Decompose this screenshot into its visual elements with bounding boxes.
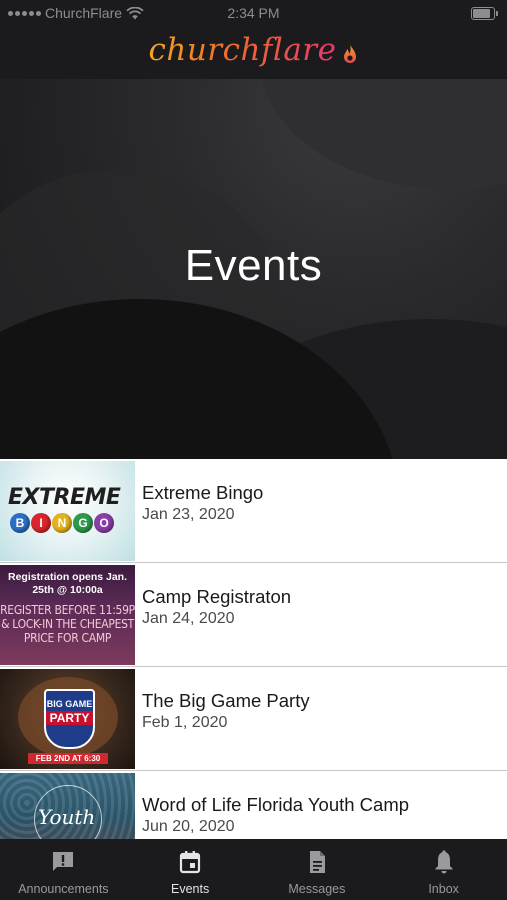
app-header: churchflare [0, 26, 507, 79]
party-shield-graphic: BIG GAME PARTY [44, 689, 95, 749]
event-date: Jan 24, 2020 [142, 610, 235, 627]
event-thumbnail: BIG GAME PARTY FEB 2ND AT 6:30 [0, 669, 135, 769]
bell-icon [435, 850, 453, 874]
status-bar: ChurchFlare 2:34 PM [0, 0, 507, 26]
tab-label: Events [171, 882, 210, 896]
tab-announcements[interactable]: Announcements [0, 839, 127, 900]
calendar-icon [180, 851, 201, 874]
event-row-extreme-bingo[interactable]: EXTREME BINGO Extreme Bingo Jan 23, 2020 [0, 459, 507, 563]
thumb-logo-text: Youth [38, 805, 96, 829]
tab-label: Announcements [18, 882, 109, 896]
tab-label: Messages [288, 882, 346, 896]
tab-inbox[interactable]: Inbox [380, 839, 507, 900]
event-title: Word of Life Florida Youth Camp [142, 794, 410, 815]
app-logo: churchflare [148, 32, 337, 68]
event-date: Jan 23, 2020 [142, 506, 235, 523]
event-title: The Big Game Party [142, 690, 310, 711]
thumb-headline: Registration opens Jan. 25th @ 10:00a [7, 571, 128, 596]
event-row-camp-registration[interactable]: Registration opens Jan. 25th @ 10:00a RE… [0, 563, 507, 667]
event-row-big-game-party[interactable]: BIG GAME PARTY FEB 2ND AT 6:30 The Big G… [0, 667, 507, 771]
document-icon [309, 851, 325, 873]
tab-bar: Announcements Events Messages Inbox [0, 839, 507, 900]
announcement-icon [53, 852, 74, 871]
tab-messages[interactable]: Messages [254, 839, 381, 900]
thumb-subtext: REGISTER BEFORE 11:59P & LOCK-IN THE CHE… [0, 603, 135, 645]
battery-icon [471, 7, 498, 20]
event-list: EXTREME BINGO Extreme Bingo Jan 23, 2020… [0, 459, 507, 875]
thumb-title: EXTREME [8, 485, 121, 510]
hero-banner: Events [0, 79, 507, 459]
page-title: Events [184, 241, 323, 290]
tab-events[interactable]: Events [127, 839, 254, 900]
status-time: 2:34 PM [227, 5, 280, 21]
event-title: Extreme Bingo [142, 482, 264, 503]
flame-icon [344, 43, 357, 63]
event-date: Jun 20, 2020 [142, 818, 235, 835]
event-thumbnail: Registration opens Jan. 25th @ 10:00a RE… [0, 565, 135, 665]
thumb-date-banner: FEB 2ND AT 6:30 [28, 753, 108, 764]
tab-label: Inbox [428, 882, 459, 896]
bingo-balls-graphic: BINGO [10, 513, 114, 533]
event-thumbnail: EXTREME BINGO [0, 461, 135, 561]
event-title: Camp Registraton [142, 586, 292, 607]
event-date: Feb 1, 2020 [142, 714, 228, 731]
